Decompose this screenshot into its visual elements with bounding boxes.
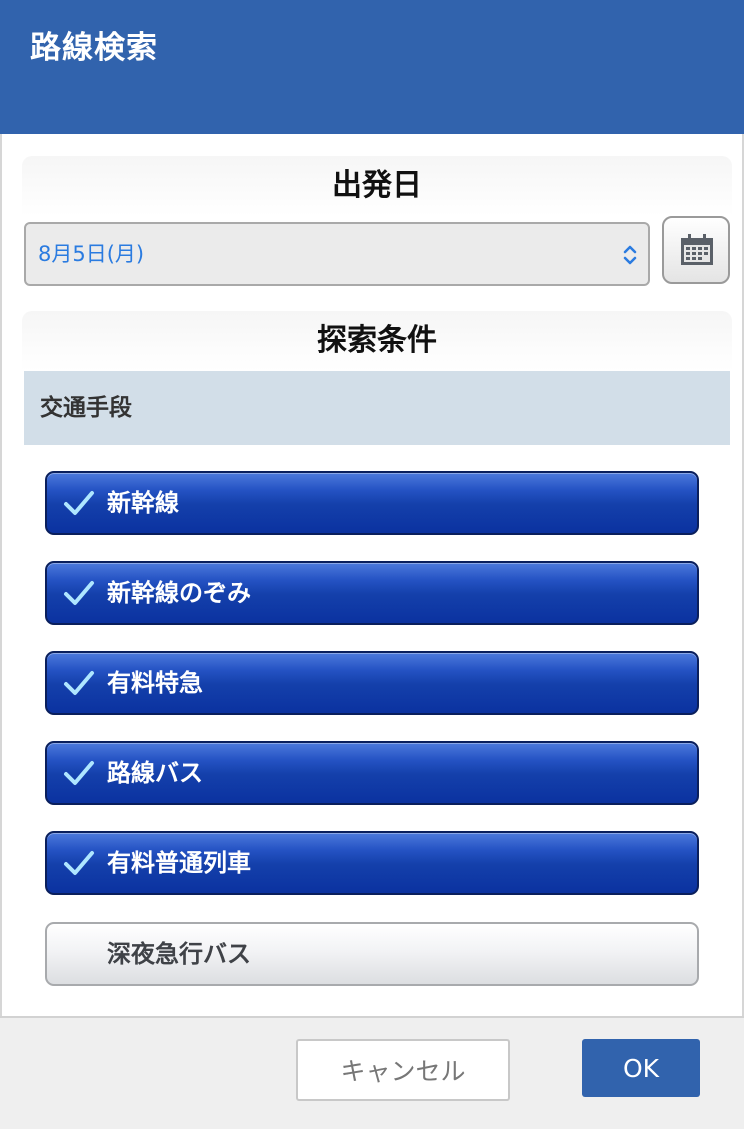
option-paid-local-train[interactable]: 有料普通列車	[45, 831, 699, 895]
option-shinkansen[interactable]: 新幹線	[45, 471, 699, 535]
checkmark-icon	[64, 671, 94, 695]
option-label: 有料普通列車	[107, 849, 251, 877]
checkmark-icon	[64, 851, 94, 875]
page-title: 路線検索	[30, 30, 158, 66]
departure-date-heading: 出発日	[22, 156, 732, 216]
transport-means-label: 交通手段	[40, 395, 132, 421]
option-limited-express[interactable]: 有料特急	[45, 651, 699, 715]
date-select[interactable]: 8月5日(月)	[24, 222, 650, 286]
option-route-bus[interactable]: 路線バス	[45, 741, 699, 805]
chevron-updown-icon	[623, 245, 637, 265]
calendar-icon	[681, 234, 713, 265]
app-header: 路線検索	[0, 0, 744, 134]
date-select-value: 8月5日(月)	[38, 242, 145, 266]
ok-button[interactable]: OK	[582, 1039, 700, 1097]
option-label: 新幹線のぞみ	[107, 579, 251, 607]
checkmark-icon	[64, 761, 94, 785]
option-label: 路線バス	[107, 759, 203, 787]
option-label: 深夜急行バス	[107, 940, 251, 968]
option-late-night-bus[interactable]: 深夜急行バス	[45, 922, 699, 986]
option-label: 有料特急	[107, 669, 203, 697]
option-label: 新幹線	[107, 489, 179, 517]
transport-means-subheading: 交通手段	[24, 371, 730, 445]
option-shinkansen-nozomi[interactable]: 新幹線のぞみ	[45, 561, 699, 625]
dialog-footer: キャンセル OK	[0, 1016, 744, 1129]
checkmark-icon	[64, 491, 94, 515]
search-conditions-heading: 探索条件	[22, 311, 732, 371]
calendar-button[interactable]	[662, 216, 730, 284]
checkmark-icon	[64, 581, 94, 605]
cancel-button[interactable]: キャンセル	[296, 1039, 510, 1101]
